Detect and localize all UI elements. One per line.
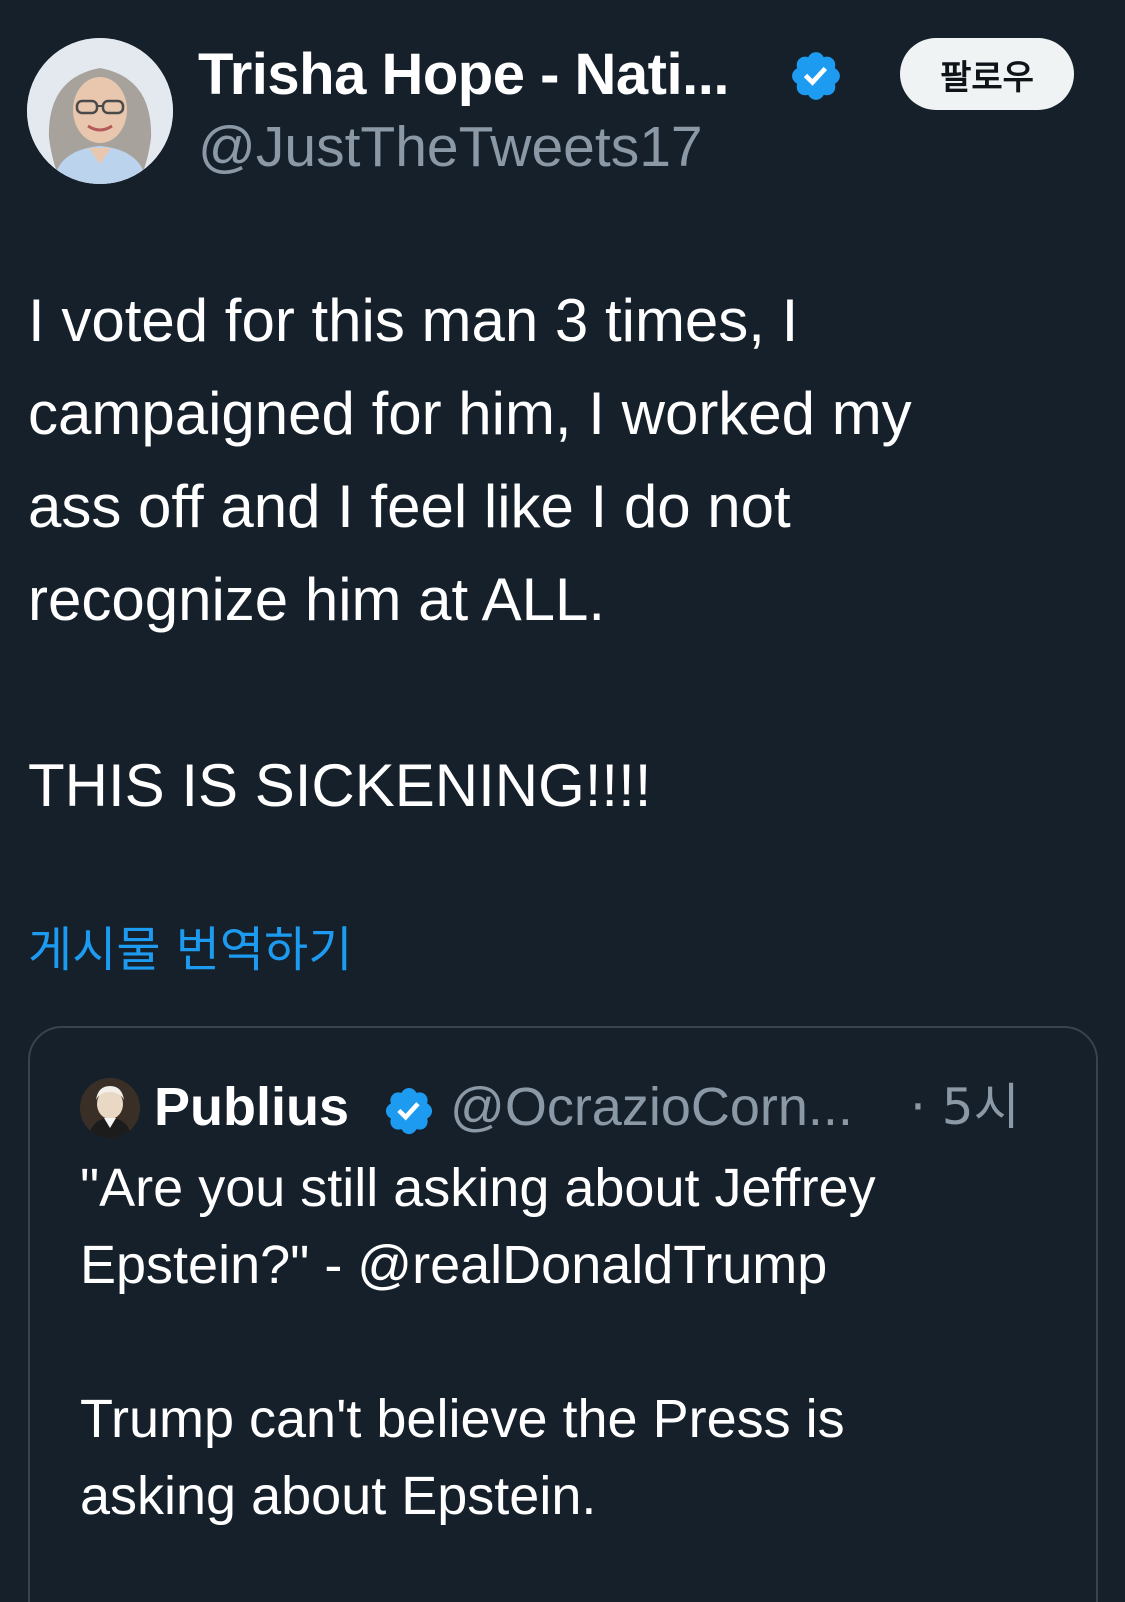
author-avatar[interactable]: [27, 38, 173, 184]
quoted-timestamp[interactable]: · 5시: [910, 1072, 1020, 1142]
portrait-icon: [80, 1078, 140, 1138]
profile-photo-icon: [27, 38, 173, 184]
verified-badge-icon: [385, 1087, 433, 1135]
tweet-text: I voted for this man 3 times, I campaign…: [28, 287, 912, 819]
follow-button[interactable]: 팔로우: [900, 38, 1074, 110]
quoted-tweet-text: "Are you still asking about Jeffrey Epst…: [80, 1158, 876, 1526]
author-display-name[interactable]: Trisha Hope - Nati...: [198, 40, 729, 110]
quoted-author-handle[interactable]: @OcrazioCorn...: [450, 1072, 853, 1142]
verified-badge-icon: [792, 52, 840, 100]
quoted-tweet-card[interactable]: Publius @OcrazioCorn... · 5시 "Are you st…: [28, 1026, 1098, 1602]
quoted-author-avatar[interactable]: [80, 1078, 140, 1138]
author-handle[interactable]: @JustTheTweets17: [198, 112, 703, 182]
quoted-author-name[interactable]: Publius: [154, 1072, 349, 1142]
translate-post-link[interactable]: 게시물 번역하기: [28, 918, 352, 982]
